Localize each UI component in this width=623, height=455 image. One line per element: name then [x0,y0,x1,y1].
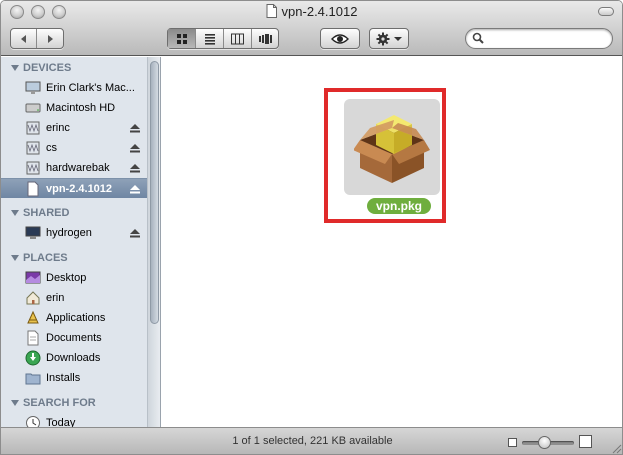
toolbar-toggle-button[interactable] [598,7,614,16]
disclosure-triangle-icon[interactable] [11,210,19,216]
title-bar: vpn-2.4.1012 [1,1,622,56]
applications-icon [25,310,41,326]
sidebar-item[interactable]: hydrogen [1,223,147,243]
view-mode-group [167,28,279,49]
clock-icon [25,415,41,427]
sidebar-item[interactable]: Downloads [1,348,147,368]
icon-view-button[interactable] [168,29,196,48]
sidebar-item-label: hydrogen [46,227,92,239]
sidebar-item-label: Macintosh HD [46,102,116,114]
eject-icon[interactable] [129,163,141,173]
sidebar-item[interactable]: Documents [1,328,147,348]
file-browser-area[interactable]: vpn.pkg [161,57,622,427]
chevron-down-icon [394,36,402,41]
sidebar-item-label: Applications [46,312,106,324]
sidebar-section-header[interactable]: SEARCH FOR [1,394,147,412]
sidebar-scroll-thumb[interactable] [150,61,159,324]
action-menu-button[interactable] [369,28,409,49]
sidebar-item-label: erinc [46,122,70,134]
window-title: vpn-2.4.1012 [281,4,358,19]
gear-icon [376,32,390,45]
sidebar-item-label: Downloads [46,352,101,364]
eject-icon[interactable] [129,228,141,238]
desktop-icon [25,270,41,286]
sidebar-section-header[interactable]: PLACES [1,249,147,267]
sidebar-item-label: hardwarebak [46,162,110,174]
eject-icon[interactable] [129,123,141,133]
package-icon [354,115,430,183]
sidebar-scrollbar[interactable] [147,57,160,427]
disclosure-triangle-icon[interactable] [11,400,19,406]
search-input[interactable] [488,31,604,46]
disclosure-triangle-icon[interactable] [11,255,19,261]
forward-button[interactable] [37,29,63,48]
back-forward-group [10,28,64,49]
file-name-label[interactable]: vpn.pkg [367,198,431,214]
search-field[interactable] [465,28,613,49]
large-icon-size-icon [579,435,592,448]
eye-icon [331,33,349,44]
sidebar-item[interactable]: Erin Clark's Mac... [1,78,147,98]
sidebar-section-header[interactable]: DEVICES [1,59,147,77]
sidebar-item-label: Documents [46,332,102,344]
disk-image-icon [25,181,41,197]
sidebar-item-label: Desktop [46,272,87,284]
sidebar-item-label: cs [46,142,57,154]
sidebar-item[interactable]: Today [1,413,147,427]
sidebar-item-label: erin [46,292,65,304]
back-arrow-icon [20,34,26,43]
sidebar: DEVICES Erin Clark's Mac... Macintosh HD er… [1,57,161,427]
column-view-button[interactable] [224,29,252,48]
sidebar-item-label: Erin Clark's Mac... [46,82,135,94]
network-disk-icon [25,160,41,176]
shared-computer-icon [25,225,41,241]
disclosure-triangle-icon[interactable] [11,65,19,71]
sidebar-item-label: Installs [46,372,81,384]
sidebar-item-label: vpn-2.4.1012 [46,182,113,195]
sidebar-item[interactable]: erin [1,288,147,308]
resize-grip-icon[interactable] [610,442,622,454]
sidebar-item-label: Today [46,417,76,427]
sidebar-section-title: SEARCH FOR [23,397,96,409]
back-button[interactable] [11,29,37,48]
home-icon [25,290,41,306]
sidebar-section-title: SHARED [23,207,70,219]
sidebar-item[interactable]: erinc [1,118,147,138]
column-view-icon [231,33,244,44]
sidebar-section-header[interactable]: SHARED [1,204,147,222]
network-disk-icon [25,140,41,156]
imac-icon [25,80,41,96]
hard-drive-icon [25,100,41,116]
list-view-button[interactable] [196,29,224,48]
quick-look-button[interactable] [320,28,360,49]
folder-icon [25,370,41,386]
documents-icon [25,330,41,346]
network-disk-icon [25,120,41,136]
sidebar-item[interactable]: cs [1,138,147,158]
sidebar-item[interactable]: Desktop [1,268,147,288]
eject-icon[interactable] [129,184,141,194]
sidebar-section-title: PLACES [23,252,68,264]
window-title-wrap: vpn-2.4.1012 [1,4,622,19]
sidebar-item[interactable]: vpn-2.4.1012 [1,178,147,198]
sidebar-item[interactable]: Applications [1,308,147,328]
disk-image-title-icon [266,4,277,18]
list-view-icon [204,33,215,45]
forward-arrow-icon [48,34,53,43]
small-icon-size-icon [508,438,517,447]
sidebar-item[interactable]: Installs [1,368,147,388]
search-icon [472,32,484,44]
eject-icon[interactable] [129,143,141,153]
sidebar-item[interactable]: hardwarebak [1,158,147,178]
finder-window: vpn-2.4.1012 DEVICES Erin Clark's Mac...… [0,0,623,455]
sidebar-item[interactable]: Macintosh HD [1,98,147,118]
icon-view-icon [176,33,187,44]
status-bar: 1 of 1 selected, 221 KB available [1,427,622,454]
icon-size-slider-knob[interactable] [538,436,552,449]
sidebar-section-title: DEVICES [23,62,72,74]
downloads-icon [25,350,41,366]
file-item[interactable]: vpn.pkg [337,99,440,214]
cover-flow-icon [259,33,272,44]
cover-flow-view-button[interactable] [252,29,280,48]
